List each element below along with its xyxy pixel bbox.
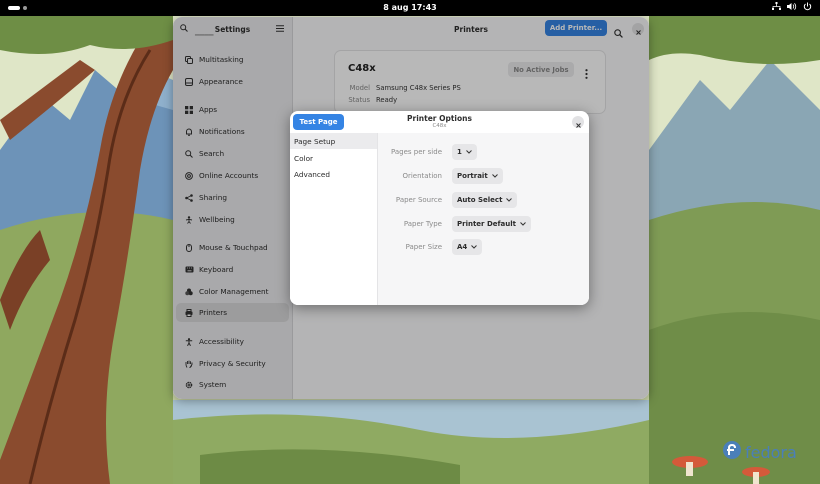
chevron-down-icon (466, 148, 472, 156)
chevron-down-icon (506, 196, 513, 204)
dropdown-value: A4 (457, 243, 468, 251)
option-label: Orientation (402, 172, 442, 180)
chevron-down-icon (520, 220, 526, 228)
tab-label: Page Setup (294, 136, 336, 146)
option-label: Paper Type (403, 220, 442, 228)
option-paper-type: Paper Type Printer Default (378, 216, 589, 232)
tab-label: Color (294, 153, 314, 163)
printer-options-dialog: Test Page Printer Options C48x Page Setu… (290, 111, 589, 305)
dropdown-value: Printer Default (457, 220, 517, 228)
option-pages-per-side: Pages per side 1 (378, 144, 589, 160)
option-label: Paper Source (395, 196, 442, 204)
option-paper-source: Paper Source Auto Select (378, 192, 589, 208)
paper-size-dropdown[interactable]: A4 (452, 239, 483, 255)
dropdown-value: 1 (457, 148, 462, 156)
top-bar: 8 aug 17:43 (0, 0, 820, 16)
tab-page-setup[interactable]: Page Setup (290, 133, 377, 149)
system-tray[interactable] (772, 2, 812, 11)
clock[interactable]: 8 aug 17:43 (0, 3, 820, 12)
pages-per-side-dropdown[interactable]: 1 (452, 144, 477, 160)
paper-type-dropdown[interactable]: Printer Default (452, 216, 532, 232)
paper-source-dropdown[interactable]: Auto Select (452, 192, 518, 208)
fedora-logo: fedora (722, 440, 797, 464)
option-orientation: Orientation Portrait (378, 168, 589, 184)
page-setup-options: Pages per side 1 Orientation Portrait Pa… (378, 133, 589, 305)
volume-icon (787, 2, 797, 11)
dropdown-value: Auto Select (457, 196, 503, 204)
power-icon (803, 2, 812, 11)
dropdown-value: Portrait (457, 172, 488, 180)
dialog-tab-list: Page Setup Color Advanced (290, 133, 378, 305)
close-icon (575, 113, 581, 132)
tab-label: Advanced (294, 169, 331, 179)
fedora-wordmark: fedora (745, 442, 797, 462)
dialog-header: Test Page Printer Options C48x (290, 111, 589, 134)
option-paper-size: Paper Size A4 (378, 239, 589, 255)
chevron-down-icon (471, 243, 478, 251)
option-label: Pages per side (390, 148, 442, 156)
tab-advanced[interactable]: Advanced (290, 166, 377, 182)
orientation-dropdown[interactable]: Portrait (452, 168, 503, 184)
tab-color[interactable]: Color (290, 150, 377, 166)
dialog-subtitle: C48x (432, 123, 447, 129)
network-icon (772, 2, 781, 11)
chevron-down-icon (491, 172, 498, 180)
dialog-close-button[interactable] (572, 116, 584, 128)
fedora-infinity-icon (722, 440, 742, 464)
option-label: Paper Size (405, 243, 442, 251)
dialog-title: Printer Options (407, 114, 472, 123)
